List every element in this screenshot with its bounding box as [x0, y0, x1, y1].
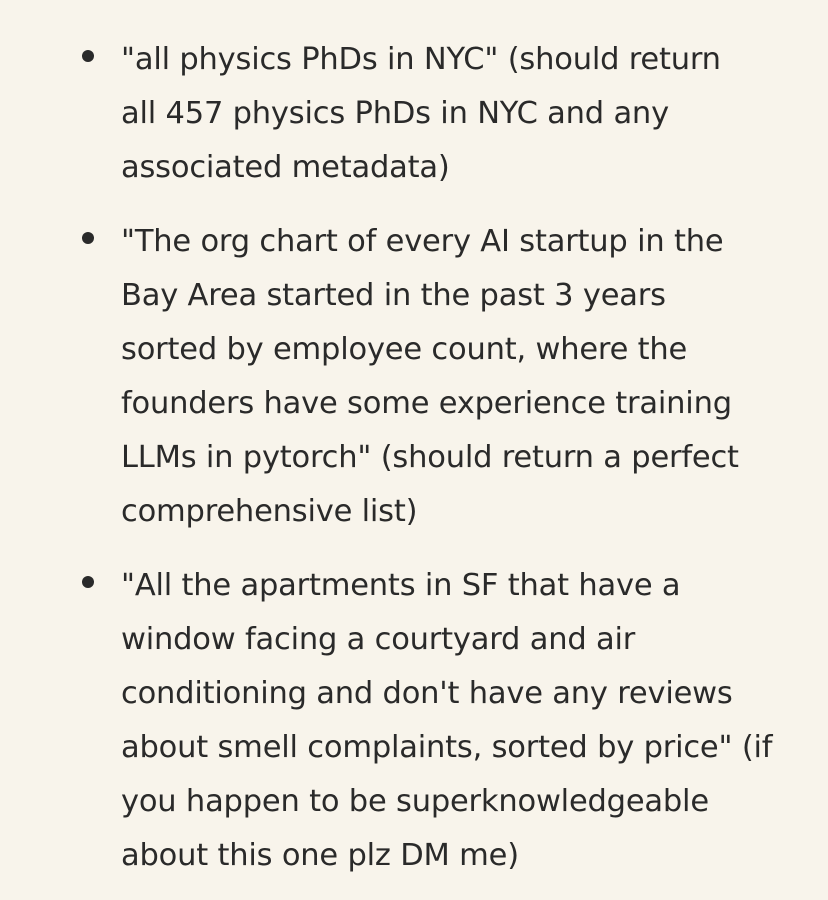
list-item-line: about smell complaints, sorted by price"… [121, 730, 773, 765]
list-item-line: founders have some experience training [121, 386, 732, 421]
list-item-line: conditioning and don't have any reviews [121, 676, 733, 711]
document: "all physics PhDs in NYC" (should return… [0, 0, 828, 900]
list-item-line: Bay Area started in the past 3 years [121, 278, 666, 313]
list-item: "all physics PhDs in NYC" (should return… [0, 33, 828, 195]
list-item-line: about this one plz DM me) [121, 838, 519, 873]
bullet-list: "all physics PhDs in NYC" (should return… [0, 33, 828, 883]
bullet-icon [82, 50, 94, 62]
list-item-line: you happen to be superknowledgeable [121, 784, 709, 819]
bullet-icon [82, 232, 94, 244]
list-item-line: "The org chart of every AI startup in th… [121, 224, 724, 259]
list-item-line: window facing a courtyard and air [121, 622, 636, 657]
bullet-icon [82, 576, 94, 588]
list-item-line: sorted by employee count, where the [121, 332, 688, 367]
list-item: "All the apartments in SF that have a wi… [0, 559, 828, 883]
list-item-line: all 457 physics PhDs in NYC and any [121, 96, 669, 131]
list-item-line: comprehensive list) [121, 494, 418, 529]
list-item-line: LLMs in pytorch" (should return a perfec… [121, 440, 739, 475]
list-item-line: associated metadata) [121, 150, 450, 185]
list-item-line: "all physics PhDs in NYC" (should return [121, 42, 721, 77]
list-item-line: "All the apartments in SF that have a [121, 568, 681, 603]
list-item: "The org chart of every AI startup in th… [0, 215, 828, 539]
